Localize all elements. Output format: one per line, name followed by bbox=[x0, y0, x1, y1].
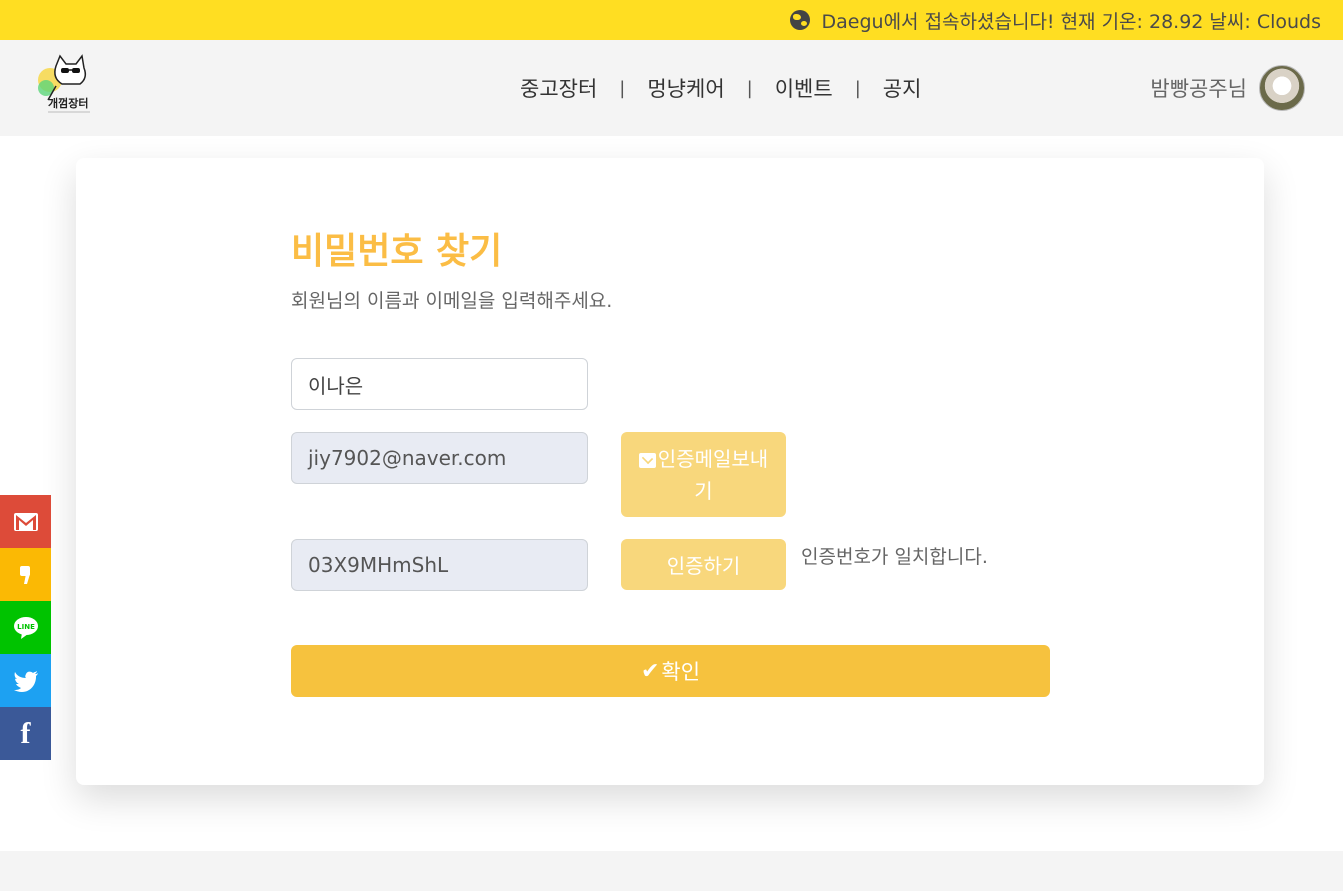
globe-icon bbox=[789, 10, 810, 30]
confirm-label: 확인 bbox=[661, 660, 701, 684]
nav-separator: | bbox=[854, 77, 861, 99]
kakao-share-button[interactable] bbox=[0, 548, 51, 601]
nav-item-notice[interactable]: 공지 bbox=[883, 73, 922, 103]
facebook-share-button[interactable]: f bbox=[0, 707, 51, 760]
gmail-icon bbox=[13, 512, 38, 531]
avatar[interactable] bbox=[1259, 65, 1305, 111]
envelope-icon bbox=[638, 452, 656, 468]
nav-separator: | bbox=[619, 77, 626, 99]
email-field[interactable]: jiy7902@naver.com bbox=[291, 432, 588, 484]
page-subtitle: 회원님의 이름과 이메일을 입력해주세요. bbox=[291, 290, 613, 312]
name-field[interactable]: 이나은 bbox=[291, 358, 588, 410]
user-menu[interactable]: 밤빵공주님 bbox=[1150, 65, 1305, 111]
page-title: 비밀번호 찾기 bbox=[291, 231, 503, 272]
verification-status-text: 인증번호가 일치합니다. bbox=[801, 546, 988, 568]
weather-bar: Daegu에서 접속하셨습니다! 현재 기온: 28.92 날씨: Clouds bbox=[0, 0, 1343, 40]
nav-item-event[interactable]: 이벤트 bbox=[775, 73, 833, 103]
facebook-icon: f bbox=[20, 716, 31, 750]
gmail-share-button[interactable] bbox=[0, 495, 51, 548]
check-icon: ✔ bbox=[640, 658, 660, 684]
nav-item-market[interactable]: 중고장터 bbox=[520, 73, 597, 103]
user-name[interactable]: 밤빵공주님 bbox=[1150, 73, 1247, 103]
twitter-share-button[interactable] bbox=[0, 654, 51, 707]
send-verification-email-button[interactable]: 인증메일보내기 bbox=[621, 432, 786, 517]
weather-text: Daegu에서 접속하셨습니다! 현재 기온: 28.92 날씨: Clouds bbox=[821, 10, 1322, 33]
confirm-button[interactable]: ✔ 확인 bbox=[291, 645, 1050, 697]
nav-item-petcare[interactable]: 멍냥케어 bbox=[647, 73, 724, 103]
send-email-label: 인증메일보내기 bbox=[657, 446, 769, 503]
verify-button[interactable]: 인증하기 bbox=[621, 539, 786, 590]
line-icon: LINE bbox=[13, 616, 38, 639]
site-header: 개껌장터 중고장터 | 멍냥케어 | 이벤트 | 공지 밤빵공주님 bbox=[0, 40, 1343, 136]
nav-separator: | bbox=[746, 77, 753, 99]
main-nav: 중고장터 | 멍냥케어 | 이벤트 | 공지 bbox=[520, 73, 921, 103]
share-sidebar: LINE f bbox=[0, 495, 51, 760]
verification-code-field[interactable]: 03X9MHmShL bbox=[291, 539, 588, 591]
twitter-icon bbox=[13, 670, 38, 692]
line-logo-text: LINE bbox=[17, 623, 35, 631]
find-password-card: 비밀번호 찾기 회원님의 이름과 이메일을 입력해주세요. 이나은 jiy790… bbox=[76, 158, 1264, 785]
logo-text: 개껌장터 bbox=[48, 96, 88, 110]
line-share-button[interactable]: LINE bbox=[0, 601, 51, 654]
site-logo[interactable]: 개껌장터 bbox=[36, 52, 102, 118]
kakao-icon bbox=[19, 565, 30, 584]
footer bbox=[0, 851, 1343, 891]
